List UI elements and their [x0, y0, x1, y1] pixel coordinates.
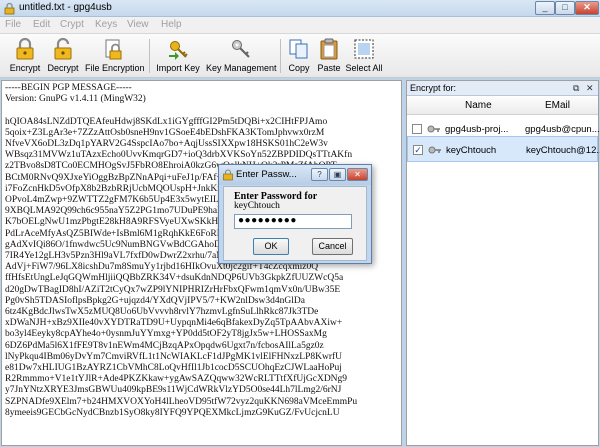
dialog-help-button[interactable]: ?: [311, 168, 328, 181]
copy-icon: [289, 39, 308, 59]
panel-title: Encrypt for:: [410, 83, 457, 93]
encrypt-label: Encrypt: [9, 63, 41, 73]
key-icon: [428, 146, 441, 154]
dialog-body: Enter Password for keyChtouch ●●●●●●●●● …: [223, 186, 367, 261]
file-encryption-icon: [105, 39, 122, 60]
minimize-button[interactable]: _: [535, 1, 555, 15]
key-management-icon: [232, 40, 250, 58]
panel-float-icon[interactable]: ⧉: [573, 83, 579, 94]
password-user-id: keyChtouch: [234, 201, 280, 211]
close-button[interactable]: ✕: [575, 1, 599, 15]
menu-crypt[interactable]: Crypt: [60, 19, 84, 30]
key-list-header: Name EMail: [407, 97, 598, 115]
paste-clipboard-icon: [320, 38, 338, 60]
import-key-label: Import Key: [156, 63, 200, 73]
toolbar-separator: [149, 39, 150, 73]
encrypt-lock-icon: [16, 37, 34, 60]
select-all-button[interactable]: Select All: [345, 36, 383, 76]
select-all-icon: [354, 39, 374, 59]
paste-button[interactable]: Paste: [315, 36, 343, 76]
menu-help[interactable]: Help: [161, 19, 182, 30]
paste-label: Paste: [317, 63, 341, 73]
menu-bar: File Edit Crypt Keys View Help: [0, 17, 600, 34]
ok-button[interactable]: OK: [253, 238, 289, 255]
decrypt-label: Decrypt: [47, 63, 79, 73]
maximize-button[interactable]: □: [555, 1, 575, 15]
key-name: gpg4usb-proj...: [445, 124, 509, 135]
import-key-icon: [169, 41, 188, 60]
decrypt-unlock-icon: [54, 37, 72, 60]
key-row[interactable]: ✓ keyChtouch keyChtouch@12...: [407, 136, 600, 162]
panel-close-icon[interactable]: ✕: [586, 83, 594, 94]
password-dialog: Enter Passw... ? ▣ ✕ Enter Password for …: [218, 164, 372, 264]
import-key-button[interactable]: Import Key: [154, 36, 202, 76]
file-encryption-button[interactable]: File Encryption: [85, 36, 145, 76]
key-checkbox[interactable]: [412, 124, 422, 134]
dialog-title: Enter Passw...: [236, 169, 297, 180]
dialog-title-bar: Enter Passw... ? ▣ ✕: [219, 165, 371, 185]
encrypt-for-panel: Encrypt for: ⧉ ✕ Name EMail gpg4usb-proj…: [406, 80, 600, 446]
toolbar: Encrypt Decrypt File Encryption Import K…: [0, 34, 600, 78]
copy-label: Copy: [288, 63, 310, 73]
toolbar-separator: [280, 39, 281, 73]
window-title: untitled.txt - gpg4usb: [19, 2, 112, 13]
key-checkbox[interactable]: ✓: [413, 145, 423, 155]
key-management-label: Key Management: [206, 63, 277, 73]
cancel-button[interactable]: Cancel: [312, 238, 353, 255]
select-all-label: Select All: [345, 63, 383, 73]
key-management-button[interactable]: Key Management: [206, 36, 277, 76]
dialog-close-button[interactable]: ✕: [347, 168, 368, 181]
dialog-restore-button[interactable]: ▣: [329, 168, 346, 181]
password-input[interactable]: ●●●●●●●●●: [234, 214, 352, 229]
key-email: gpg4usb@cpun...: [525, 124, 600, 135]
encrypt-button[interactable]: Encrypt: [8, 36, 42, 76]
column-email[interactable]: EMail: [545, 100, 570, 111]
dialog-lock-icon: [223, 169, 233, 181]
key-icon: [427, 125, 440, 133]
key-name: keyChtouch: [446, 145, 497, 156]
decrypt-button[interactable]: Decrypt: [45, 36, 81, 76]
menu-keys[interactable]: Keys: [95, 19, 117, 30]
key-email: keyChtouch@12...: [526, 145, 600, 156]
menu-edit[interactable]: Edit: [33, 19, 50, 30]
column-name[interactable]: Name: [465, 100, 492, 111]
panel-header: Encrypt for: ⧉ ✕: [407, 81, 598, 96]
copy-button[interactable]: Copy: [285, 36, 313, 76]
file-encryption-label: File Encryption: [85, 63, 145, 73]
menu-file[interactable]: File: [5, 19, 21, 30]
title-bar: untitled.txt - gpg4usb _ □ ✕: [0, 0, 600, 17]
menu-view[interactable]: View: [127, 19, 149, 30]
app-lock-icon: [4, 2, 15, 15]
